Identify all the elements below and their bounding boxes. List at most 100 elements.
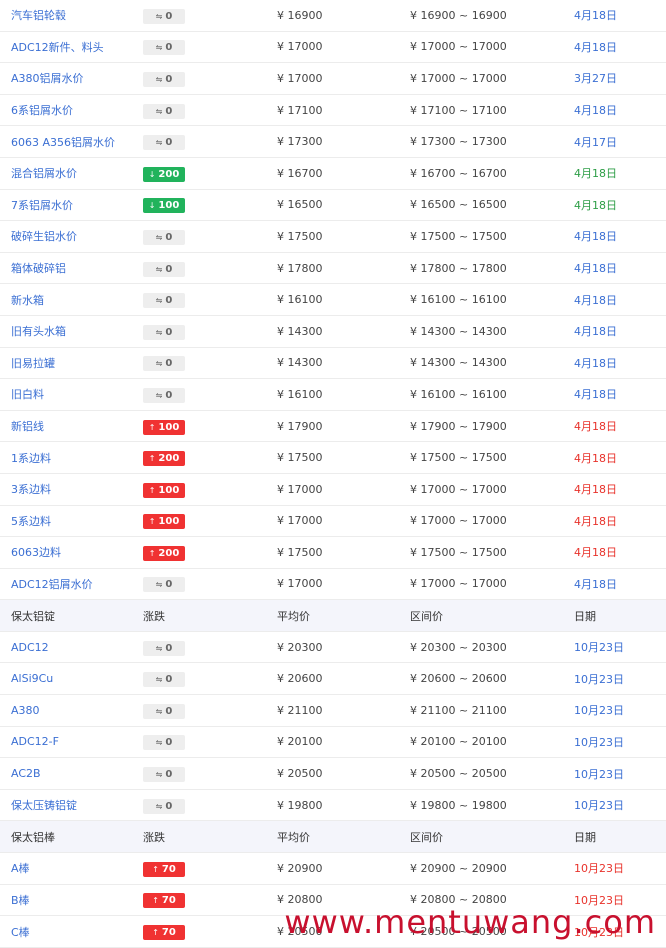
product-name-cell[interactable]: A380	[11, 695, 40, 726]
range-price-cell: ¥ 16900 ~ 16900	[410, 0, 507, 31]
product-name-cell[interactable]: ADC12-F	[11, 727, 59, 758]
product-name-cell[interactable]: 6063 A356铝屑水价	[11, 126, 115, 157]
product-name-cell[interactable]: 混合铝屑水价	[11, 158, 77, 189]
product-name-link[interactable]: 7系铝屑水价	[11, 197, 73, 213]
range-price-cell: ¥ 17000 ~ 17000	[410, 32, 507, 63]
date-value: 10月23日	[574, 799, 624, 813]
date-value: 4月18日	[574, 483, 617, 497]
product-name-cell[interactable]: 6063边料	[11, 537, 61, 568]
product-name-cell[interactable]: 旧白料	[11, 379, 44, 410]
product-name-link[interactable]: 汽车铝轮毂	[11, 7, 66, 23]
change-badge: ⇋ 0	[143, 703, 185, 719]
product-name-link[interactable]: AlSi9Cu	[11, 672, 53, 685]
product-name-cell[interactable]: 破碎生铝水价	[11, 221, 77, 252]
table-row: 新铝线 ↑ 100 ¥ 17900 ¥ 17900 ~ 17900 4月18日	[0, 410, 666, 443]
product-name-cell[interactable]: ADC12铝屑水价	[11, 569, 93, 600]
change-value: 0	[165, 105, 173, 117]
product-name-cell[interactable]: 新铝线	[11, 411, 44, 442]
table-row: 汽车铝轮毂 ⇋ 0 ¥ 16900 ¥ 16900 ~ 16900 4月18日	[0, 0, 666, 32]
change-cell: ↑ 100	[143, 506, 185, 537]
product-name-link[interactable]: 6系铝屑水价	[11, 102, 73, 118]
change-cell: ⇋ 0	[143, 790, 185, 821]
product-name-link[interactable]: B棒	[11, 892, 30, 908]
avg-price: ¥ 20900	[277, 861, 323, 875]
range-price: ¥ 20900 ~ 20900	[410, 861, 507, 875]
avg-price-cell: ¥ 20300	[277, 632, 323, 663]
product-name-link[interactable]: 混合铝屑水价	[11, 165, 77, 181]
product-name-link[interactable]: ADC12铝屑水价	[11, 576, 93, 592]
product-name-link[interactable]: ADC12	[11, 641, 49, 654]
product-name-link[interactable]: C棒	[11, 924, 30, 940]
change-cell: ⇋ 0	[143, 569, 185, 600]
date-cell: 4月18日	[574, 379, 617, 410]
product-name-link[interactable]: 旧白料	[11, 386, 44, 402]
product-name-cell[interactable]: AlSi9Cu	[11, 663, 53, 694]
avg-price-cell: ¥ 16700	[277, 158, 323, 189]
avg-price: ¥ 20100	[277, 735, 323, 749]
date-value: 4月18日	[574, 388, 617, 402]
change-badge: ⇋ 0	[143, 293, 185, 309]
avg-price: ¥ 17500	[277, 545, 323, 559]
flat-trend-icon: ⇋	[155, 706, 163, 716]
product-name-link[interactable]: 新水箱	[11, 292, 44, 308]
product-name-link[interactable]: 保太压铸铝锭	[11, 797, 77, 813]
product-name-link[interactable]: 6063 A356铝屑水价	[11, 134, 115, 150]
product-name-link[interactable]: A380	[11, 704, 40, 717]
change-cell: ↑ 70	[143, 885, 185, 916]
range-price: ¥ 17800 ~ 17800	[410, 261, 507, 275]
change-cell: ↓ 100	[143, 190, 185, 221]
product-name-cell[interactable]: A棒	[11, 853, 30, 884]
product-name-link[interactable]: 3系边料	[11, 481, 51, 497]
product-name-link[interactable]: 旧易拉罐	[11, 355, 55, 371]
range-price-cell: ¥ 17500 ~ 17500	[410, 442, 507, 473]
product-name-cell[interactable]: 箱体破碎铝	[11, 253, 66, 284]
range-price: ¥ 19800 ~ 19800	[410, 798, 507, 812]
product-name-link[interactable]: 5系边料	[11, 513, 51, 529]
avg-price-cell: ¥ 17500	[277, 537, 323, 568]
product-name-cell[interactable]: 1系边料	[11, 442, 51, 473]
date-value: 4月18日	[574, 577, 617, 591]
date-value: 10月23日	[574, 735, 624, 749]
product-name-cell[interactable]: 3系边料	[11, 474, 51, 505]
product-name-link[interactable]: 箱体破碎铝	[11, 260, 66, 276]
range-price-cell: ¥ 17000 ~ 17000	[410, 474, 507, 505]
product-name-cell[interactable]: A380铝屑水价	[11, 63, 84, 94]
avg-header-label: 平均价	[277, 830, 310, 844]
product-name-cell[interactable]: 汽车铝轮毂	[11, 0, 66, 31]
product-name-link[interactable]: 新铝线	[11, 418, 44, 434]
product-name-cell[interactable]: C棒	[11, 916, 30, 947]
product-name-cell[interactable]: B棒	[11, 885, 30, 916]
product-name-link[interactable]: 1系边料	[11, 450, 51, 466]
product-name-link[interactable]: 破碎生铝水价	[11, 228, 77, 244]
product-name-cell[interactable]: ADC12	[11, 632, 49, 663]
range-header: 区间价	[410, 600, 443, 631]
range-price-cell: ¥ 14300 ~ 14300	[410, 316, 507, 347]
arrow-up-icon: ↑	[148, 454, 156, 464]
product-name-link[interactable]: ADC12-F	[11, 735, 59, 748]
product-name-link[interactable]: A棒	[11, 860, 30, 876]
change-value: 0	[165, 579, 173, 591]
table-row: 旧有头水箱 ⇋ 0 ¥ 14300 ¥ 14300 ~ 14300 4月18日	[0, 315, 666, 348]
product-name-cell[interactable]: 6系铝屑水价	[11, 95, 73, 126]
product-name-link[interactable]: A380铝屑水价	[11, 70, 84, 86]
price-table: 汽车铝轮毂 ⇋ 0 ¥ 16900 ¥ 16900 ~ 16900 4月18日 ADC12新…	[0, 0, 666, 948]
product-name-cell[interactable]: 旧易拉罐	[11, 348, 55, 379]
product-name-link[interactable]: AC2B	[11, 767, 41, 780]
avg-price: ¥ 17000	[277, 514, 323, 528]
product-name-cell[interactable]: AC2B	[11, 758, 41, 789]
date-cell: 4月18日	[574, 474, 617, 505]
product-name-cell[interactable]: 5系边料	[11, 506, 51, 537]
product-name-link[interactable]: 6063边料	[11, 544, 61, 560]
change-header-label: 涨跌	[143, 609, 165, 623]
product-name-link[interactable]: 旧有头水箱	[11, 323, 66, 339]
date-value: 4月18日	[574, 230, 617, 244]
change-badge: ↑ 70	[143, 861, 185, 877]
product-name-cell[interactable]: 旧有头水箱	[11, 316, 66, 347]
product-name-cell[interactable]: 保太压铸铝锭	[11, 790, 77, 821]
change-value: 100	[158, 200, 180, 212]
product-name-cell[interactable]: 新水箱	[11, 284, 44, 315]
product-name-cell[interactable]: ADC12新件、料头	[11, 32, 104, 63]
change-badge: ↑ 100	[143, 419, 185, 435]
product-name-cell[interactable]: 7系铝屑水价	[11, 190, 73, 221]
product-name-link[interactable]: ADC12新件、料头	[11, 39, 104, 55]
